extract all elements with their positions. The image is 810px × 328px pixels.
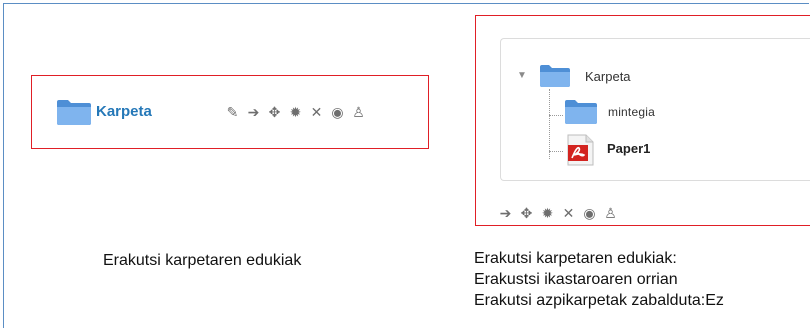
folder-link[interactable]: Karpeta — [96, 103, 152, 120]
right-caption: Erakutsi karpetaren edukiak: Erakustsi ik… — [474, 248, 724, 311]
folder-icon — [539, 64, 571, 93]
tree-root-label[interactable]: Karpeta — [585, 69, 631, 84]
caption-line: Erakutsi karpetaren edukiak: — [474, 250, 677, 267]
add-user-icon[interactable]: ♙ — [603, 204, 618, 222]
delete-icon[interactable]: ✕ — [309, 103, 324, 121]
eye-icon[interactable]: ◉ — [582, 204, 597, 222]
expanded-folder-view: ▼ Karpeta mintegia Paper1 ➔ ✥ ✹ ✕ ◉ ♙ — [475, 15, 810, 226]
move-icon[interactable]: ✥ — [519, 204, 534, 222]
delete-icon[interactable]: ✕ — [561, 204, 576, 222]
pencil-icon[interactable]: ✎ — [225, 103, 240, 121]
gear-icon[interactable]: ✹ — [288, 103, 303, 121]
caption-line: Erakutsi azpikarpetak zabalduta:Ez — [474, 292, 724, 309]
pdf-icon — [565, 134, 595, 171]
tree-subfolder-label[interactable]: mintegia — [608, 105, 655, 119]
eye-icon[interactable]: ◉ — [330, 103, 345, 121]
folder-icon[interactable] — [56, 98, 92, 131]
arrow-right-icon[interactable]: ➔ — [498, 204, 513, 222]
tree-connector — [549, 151, 563, 152]
collapsed-folder-view: Karpeta ✎ ➔ ✥ ✹ ✕ ◉ ♙ — [31, 75, 429, 149]
move-icon[interactable]: ✥ — [267, 103, 282, 121]
tree-connector — [549, 115, 563, 116]
folder-actions-toolbar: ➔ ✥ ✹ ✕ ◉ ♙ — [498, 204, 618, 222]
tree-file-label[interactable]: Paper1 — [607, 141, 650, 156]
add-user-icon[interactable]: ♙ — [351, 103, 366, 121]
left-caption: Erakutsi karpetaren edukiak — [103, 252, 302, 269]
caption-line: Erakustsi ikastaroaren orrian — [474, 271, 678, 288]
gear-icon[interactable]: ✹ — [540, 204, 555, 222]
collapse-toggle-icon[interactable]: ▼ — [517, 70, 527, 81]
arrow-right-icon[interactable]: ➔ — [246, 103, 261, 121]
folder-actions-toolbar: ✎ ➔ ✥ ✹ ✕ ◉ ♙ — [225, 103, 366, 121]
tree-connector — [549, 89, 550, 159]
folder-icon — [564, 99, 598, 130]
folder-tree: ▼ Karpeta mintegia Paper1 — [500, 38, 810, 181]
